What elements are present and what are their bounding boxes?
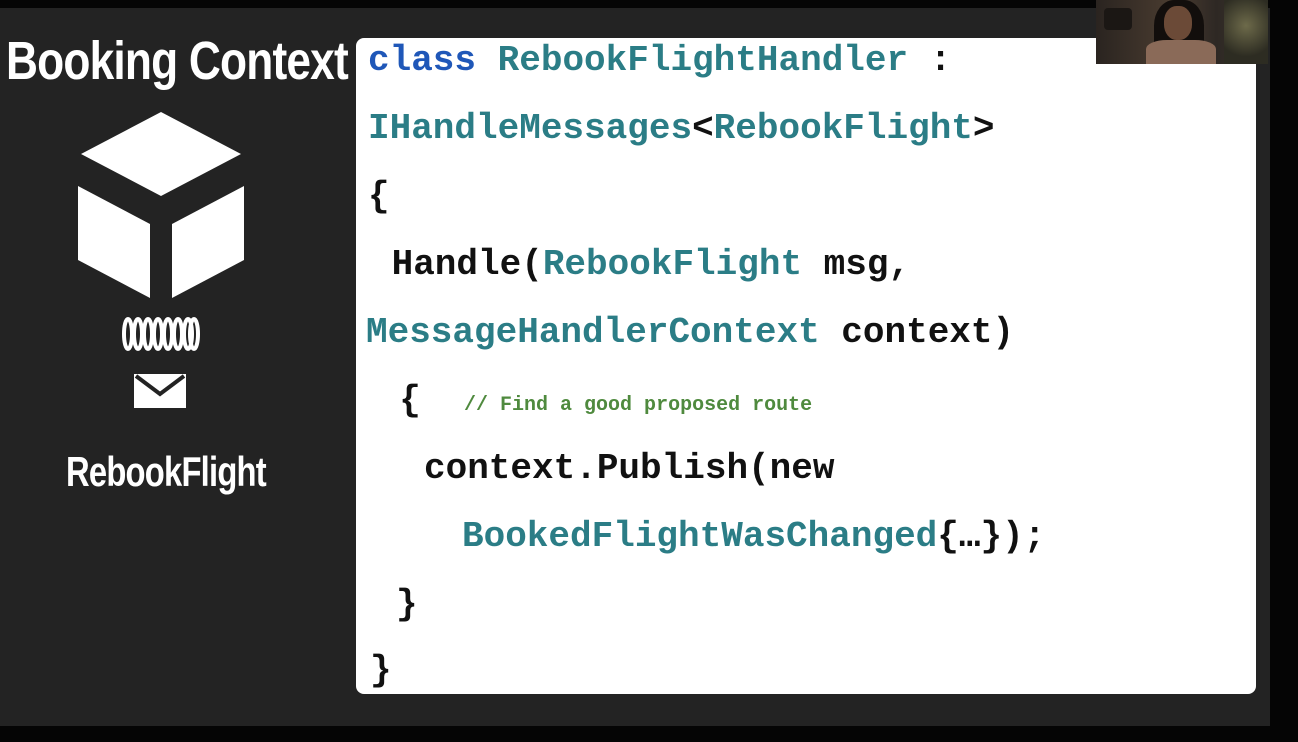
message-label: RebookFlight: [66, 448, 267, 495]
code-text: context): [819, 312, 1015, 353]
keyword: class: [368, 40, 477, 81]
cube-icon: [78, 112, 244, 298]
code-comment: // Find a good proposed route: [464, 394, 813, 417]
code-line-2: IHandleMessages<RebookFlight>: [368, 108, 995, 149]
type-name: IHandleMessages: [368, 108, 693, 149]
slide-title: Booking Context: [6, 31, 349, 91]
code-panel: class RebookFlightHandler : IHandleMessa…: [356, 38, 1256, 694]
type-name: RebookFlight: [713, 108, 973, 149]
code-text: >: [972, 108, 995, 149]
code-line-8: BookedFlightWasChanged{…});: [462, 516, 1045, 557]
code-line-1: class RebookFlightHandler :: [368, 40, 951, 81]
type-name: RebookFlightHandler: [497, 40, 909, 81]
type-name: MessageHandlerContext: [366, 312, 820, 353]
code-line-10: }: [370, 650, 392, 691]
coil-icon: [122, 317, 200, 351]
type-name: RebookFlight: [542, 244, 803, 285]
code-text: {…});: [937, 516, 1046, 557]
webcam-thumbnail[interactable]: [1096, 0, 1268, 64]
code-text: Handle(: [370, 244, 543, 285]
presenter-face: [1164, 6, 1192, 40]
code-text: <: [692, 108, 714, 149]
type-name: BookedFlightWasChanged: [462, 516, 938, 557]
background-object: [1104, 8, 1132, 30]
code-line-9: }: [396, 584, 418, 625]
code-line-6: { // Find a good proposed route: [356, 380, 812, 421]
code-text: msg,: [802, 244, 911, 285]
code-line-3: {: [368, 176, 390, 217]
code-line-4: Handle(RebookFlight msg,: [370, 244, 911, 285]
code-line-5: MessageHandlerContext context): [366, 312, 1014, 353]
code-line-7: context.Publish(new: [424, 448, 835, 489]
background-tree: [1224, 0, 1268, 64]
code-text: {: [356, 380, 421, 421]
envelope-icon: [134, 374, 186, 408]
code-text: :: [908, 40, 952, 81]
presenter-body: [1146, 40, 1216, 64]
